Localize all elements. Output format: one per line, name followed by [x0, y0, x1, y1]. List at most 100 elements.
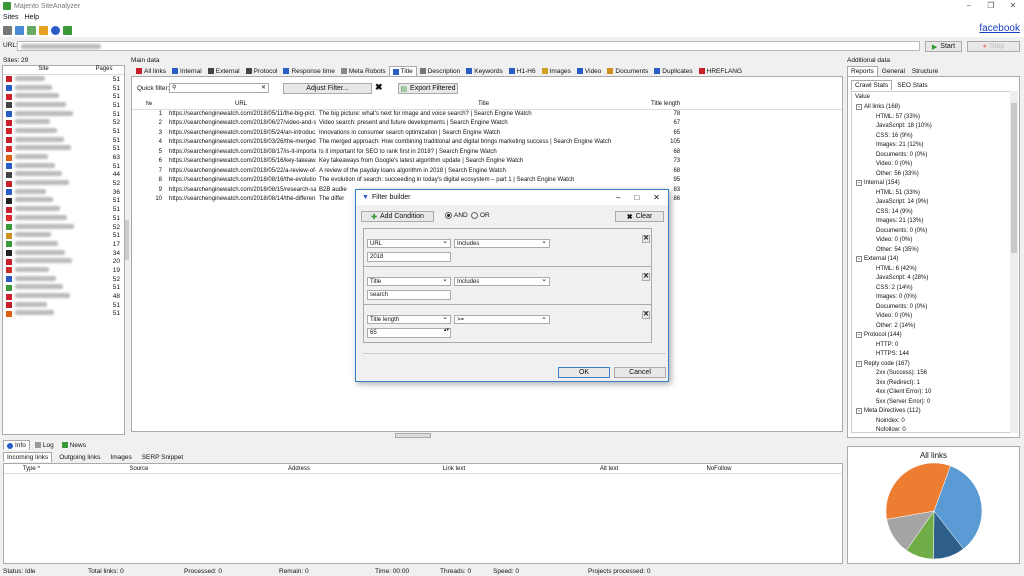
site-row[interactable]: 51	[3, 145, 124, 154]
menu-sites[interactable]: Sites	[3, 14, 19, 21]
collapse-icon[interactable]: −	[856, 332, 862, 338]
tab-structure[interactable]: Structure	[909, 66, 941, 76]
site-row[interactable]: 51	[3, 75, 124, 84]
site-row[interactable]: 51	[3, 301, 124, 310]
tab-images[interactable]: Images	[107, 452, 134, 462]
tab-description[interactable]: Description	[417, 66, 464, 76]
tree-leaf[interactable]: Other: 56 (33%)	[876, 171, 919, 177]
tree-leaf[interactable]: CSS: 14 (9%)	[876, 209, 913, 215]
tree-node[interactable]: − All links (168)	[856, 104, 900, 110]
tree-leaf[interactable]: 4xx (Client Error): 10	[876, 389, 931, 395]
settings-icon[interactable]	[3, 25, 12, 35]
tree-leaf[interactable]: Noindex: 0	[876, 418, 905, 424]
tree-leaf[interactable]: Video: 0 (0%)	[876, 313, 912, 319]
table-row[interactable]: 8 https://searchenginewatch.com/2018/08/1…	[132, 176, 842, 186]
col-pages[interactable]: Pages	[84, 66, 124, 74]
add-project-icon[interactable]	[15, 25, 24, 35]
tree-leaf[interactable]: Documents: 0 (0%)	[876, 152, 927, 158]
condition-field-select[interactable]: URL	[367, 238, 451, 248]
condition-field-select[interactable]: Title	[367, 276, 451, 286]
collapse-icon[interactable]: −	[856, 180, 862, 186]
collapse-icon[interactable]: −	[856, 360, 862, 367]
tree-leaf[interactable]: Documents: 0 (0%)	[876, 228, 927, 234]
menu-help[interactable]: Help	[25, 14, 39, 21]
tab-h1-h6[interactable]: H1-H6	[506, 66, 539, 76]
tab-images[interactable]: Images	[539, 66, 574, 76]
site-row[interactable]: 48	[3, 292, 124, 301]
remove-condition-icon[interactable]: ✕	[642, 311, 650, 319]
remove-condition-icon[interactable]: ✕	[642, 273, 650, 281]
splitter[interactable]	[125, 220, 129, 260]
start-button[interactable]: ▶ Start	[925, 41, 962, 52]
tree-leaf[interactable]: Other: 2 (14%)	[876, 323, 915, 329]
tree-leaf[interactable]: HTML: 51 (33%)	[876, 190, 920, 196]
site-row[interactable]: 19	[3, 266, 124, 275]
tab-all-links[interactable]: All links	[133, 66, 169, 76]
tab-keywords[interactable]: Keywords	[463, 66, 506, 76]
site-row[interactable]: 51	[3, 310, 124, 319]
site-row[interactable]: 51	[3, 162, 124, 171]
col-source[interactable]: Source	[59, 466, 219, 472]
site-row[interactable]: 51	[3, 101, 124, 110]
minimize-icon[interactable]: –	[958, 0, 980, 12]
table-row[interactable]: 3 https://searchenginewatch.com/2018/05/2…	[132, 128, 842, 138]
tree-leaf[interactable]: JavaScript: 4 (28%)	[876, 275, 928, 281]
tree-node[interactable]: − Reply code (167)	[856, 360, 910, 367]
condition-operator-select[interactable]: Includes	[454, 276, 550, 286]
tab-external[interactable]: External	[205, 66, 243, 76]
site-row[interactable]: 51	[3, 127, 124, 136]
tree-node[interactable]: − External (14)	[856, 256, 898, 262]
site-row[interactable]: 51	[3, 84, 124, 93]
url-input[interactable]	[17, 41, 920, 51]
col-no[interactable]: №	[132, 99, 166, 109]
info-icon[interactable]	[51, 25, 60, 35]
tab-internal[interactable]: Internal	[169, 66, 205, 76]
tree-leaf[interactable]: Nofollow: 0	[876, 427, 906, 433]
site-row[interactable]: 51	[3, 205, 124, 214]
col-type[interactable]: Type ^	[4, 466, 59, 472]
export-filtered-button[interactable]: ▤ Export Filtered	[398, 83, 458, 94]
col-title-length[interactable]: Title length	[651, 99, 686, 109]
tab-documents[interactable]: Documents	[604, 66, 651, 76]
sitemap-icon[interactable]	[27, 25, 36, 35]
stop-button[interactable]: ● Stop	[967, 41, 1020, 52]
quick-filter-input[interactable]: ⚲ ✕	[169, 83, 269, 93]
tree-leaf[interactable]: CSS: 2 (14%)	[876, 285, 913, 291]
collapse-icon[interactable]: −	[856, 408, 862, 414]
tree-leaf[interactable]: Video: 0 (0%)	[876, 161, 912, 167]
maximize-icon[interactable]: ❐	[980, 0, 1002, 12]
tab-protocol[interactable]: Protocol	[243, 66, 281, 76]
col-title[interactable]: Title	[316, 99, 651, 109]
tree-leaf[interactable]: Images: 21 (12%)	[876, 142, 923, 148]
tree-scrollbar[interactable]	[1010, 91, 1018, 433]
table-row[interactable]: 7 https://searchenginewatch.com/2018/05/2…	[132, 166, 842, 176]
facebook-link[interactable]: facebook	[979, 23, 1020, 34]
site-row[interactable]: 52	[3, 179, 124, 188]
site-row[interactable]: 52	[3, 275, 124, 284]
site-row[interactable]: 36	[3, 188, 124, 197]
site-row[interactable]: 63	[3, 153, 124, 162]
site-row[interactable]: 51	[3, 92, 124, 101]
folder-icon[interactable]	[39, 25, 48, 35]
condition-field-select[interactable]: Title length	[367, 314, 451, 324]
table-row[interactable]: 4 https://searchenginewatch.com/2018/03/2…	[132, 138, 842, 148]
spinner-icon[interactable]: ▴▾	[444, 328, 449, 333]
site-row[interactable]: 51	[3, 197, 124, 206]
condition-operator-select[interactable]: Includes	[454, 238, 550, 248]
tree-leaf[interactable]: Video: 0 (0%)	[876, 237, 912, 243]
site-row[interactable]: 51	[3, 231, 124, 240]
col-url[interactable]: URL	[166, 99, 316, 109]
col-nofollow[interactable]: NoFollow	[689, 466, 749, 472]
tree-leaf[interactable]: HTTP: 0	[876, 342, 898, 348]
tree-node[interactable]: − Meta Directives (112)	[856, 408, 921, 414]
site-row[interactable]: 51	[3, 284, 124, 293]
tree-node[interactable]: − Protocol (144)	[856, 332, 902, 338]
export-icon[interactable]	[63, 25, 72, 35]
condition-value-input[interactable]: 2018	[367, 252, 451, 262]
dialog-minimize-icon[interactable]: –	[616, 193, 620, 202]
site-row[interactable]: 51	[3, 110, 124, 119]
tab-response-time[interactable]: Response time	[280, 66, 337, 76]
and-radio[interactable]: AND	[445, 212, 468, 219]
site-row[interactable]: 20	[3, 257, 124, 266]
table-row[interactable]: 6 https://searchenginewatch.com/2018/05/1…	[132, 157, 842, 167]
